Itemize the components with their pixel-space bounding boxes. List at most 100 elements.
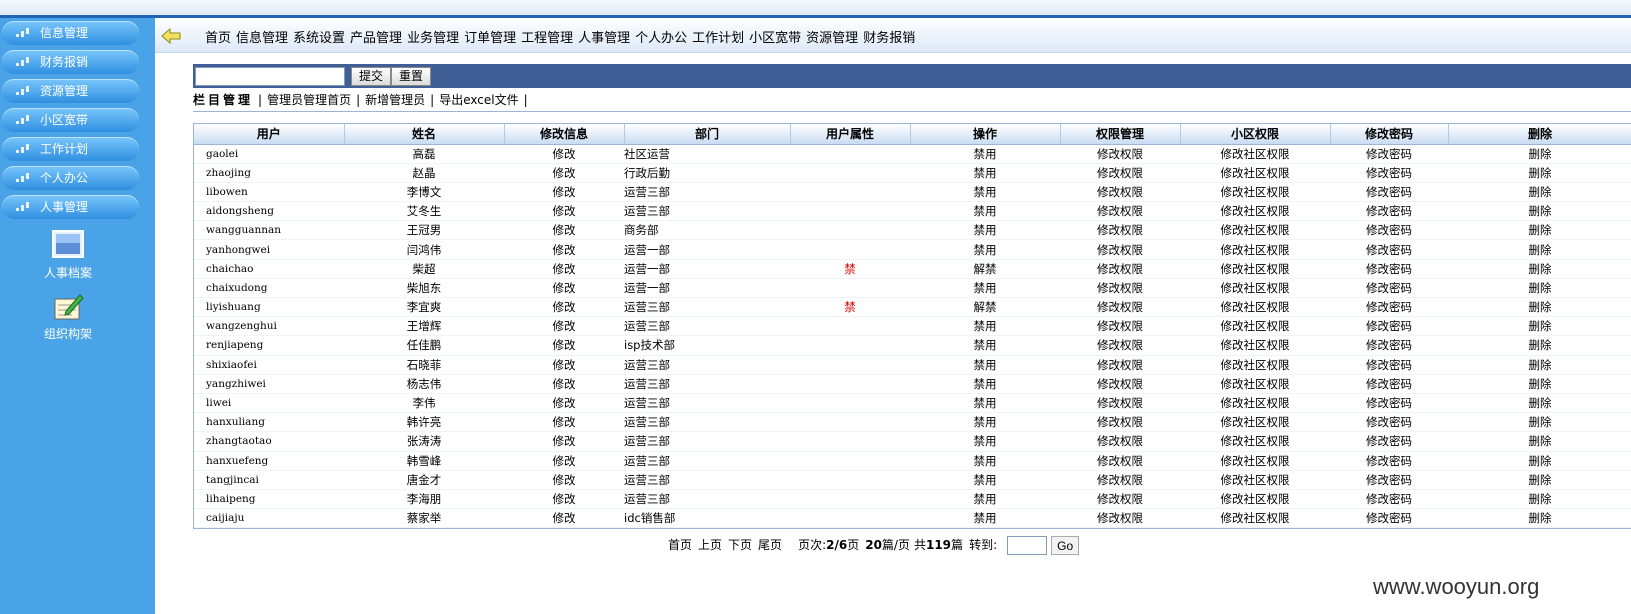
action-link[interactable]: 禁用 [910, 335, 1060, 356]
delete-link[interactable]: 删除 [1448, 144, 1631, 164]
add-admin-link[interactable]: 新增管理员 [365, 93, 425, 107]
first-page-link[interactable]: 首页 [668, 538, 692, 552]
delete-link[interactable]: 删除 [1448, 508, 1631, 529]
delete-link[interactable]: 删除 [1448, 431, 1631, 452]
edit-info-link[interactable]: 修改 [504, 182, 624, 203]
change-password-link[interactable]: 修改密码 [1330, 316, 1448, 337]
nav-item[interactable]: 工程管理 [521, 31, 573, 46]
action-link[interactable]: 禁用 [910, 278, 1060, 299]
edit-info-link[interactable]: 修改 [504, 489, 624, 510]
change-password-link[interactable]: 修改密码 [1330, 278, 1448, 299]
delete-link[interactable]: 删除 [1448, 297, 1631, 318]
edit-permission-link[interactable]: 修改权限 [1060, 335, 1180, 356]
sidebar-item-info[interactable]: 信息管理 [2, 21, 139, 45]
edit-permission-link[interactable]: 修改权限 [1060, 182, 1180, 203]
edit-community-permission-link[interactable]: 修改社区权限 [1180, 374, 1330, 394]
action-link[interactable]: 禁用 [910, 144, 1060, 164]
next-page-link[interactable]: 下页 [728, 538, 752, 552]
edit-permission-link[interactable]: 修改权限 [1060, 489, 1180, 510]
action-link[interactable]: 解禁 [910, 259, 1060, 279]
edit-permission-link[interactable]: 修改权限 [1060, 316, 1180, 337]
edit-community-permission-link[interactable]: 修改社区权限 [1180, 144, 1330, 164]
edit-permission-link[interactable]: 修改权限 [1060, 393, 1180, 414]
nav-item[interactable]: 订单管理 [464, 31, 516, 46]
change-password-link[interactable]: 修改密码 [1330, 412, 1448, 433]
nav-item[interactable]: 个人办公 [635, 31, 687, 46]
export-excel-link[interactable]: 导出excel文件 [439, 93, 518, 107]
submit-button[interactable]: 提交 [351, 67, 392, 86]
action-link[interactable]: 禁用 [910, 182, 1060, 203]
edit-permission-link[interactable]: 修改权限 [1060, 201, 1180, 222]
edit-community-permission-link[interactable]: 修改社区权限 [1180, 393, 1330, 414]
sidebar-item-workplan[interactable]: 工作计划 [2, 137, 139, 161]
edit-info-link[interactable]: 修改 [504, 259, 624, 279]
edit-info-link[interactable]: 修改 [504, 374, 624, 394]
edit-permission-link[interactable]: 修改权限 [1060, 431, 1180, 452]
edit-permission-link[interactable]: 修改权限 [1060, 278, 1180, 299]
edit-community-permission-link[interactable]: 修改社区权限 [1180, 259, 1330, 279]
action-link[interactable]: 禁用 [910, 489, 1060, 510]
change-password-link[interactable]: 修改密码 [1330, 259, 1448, 279]
go-button[interactable]: Go [1051, 536, 1080, 555]
nav-item[interactable]: 小区宽带 [749, 31, 801, 46]
action-link[interactable]: 解禁 [910, 297, 1060, 318]
action-link[interactable]: 禁用 [910, 393, 1060, 414]
edit-info-link[interactable]: 修改 [504, 316, 624, 337]
edit-community-permission-link[interactable]: 修改社区权限 [1180, 508, 1330, 529]
delete-link[interactable]: 删除 [1448, 355, 1631, 375]
nav-item[interactable]: 工作计划 [692, 31, 744, 46]
edit-info-link[interactable]: 修改 [504, 278, 624, 299]
action-link[interactable]: 禁用 [910, 451, 1060, 471]
change-password-link[interactable]: 修改密码 [1330, 297, 1448, 318]
edit-community-permission-link[interactable]: 修改社区权限 [1180, 163, 1330, 183]
delete-link[interactable]: 删除 [1448, 412, 1631, 433]
change-password-link[interactable]: 修改密码 [1330, 470, 1448, 490]
edit-community-permission-link[interactable]: 修改社区权限 [1180, 278, 1330, 299]
delete-link[interactable]: 删除 [1448, 278, 1631, 299]
delete-link[interactable]: 删除 [1448, 335, 1631, 356]
prev-page-link[interactable]: 上页 [698, 538, 722, 552]
sidebar-item-broadband[interactable]: 小区宽带 [2, 108, 139, 132]
edit-permission-link[interactable]: 修改权限 [1060, 451, 1180, 471]
edit-info-link[interactable]: 修改 [504, 239, 624, 260]
sidebar-item-office[interactable]: 个人办公 [2, 166, 139, 190]
edit-community-permission-link[interactable]: 修改社区权限 [1180, 182, 1330, 203]
org-structure-tool[interactable]: 组织构架 [30, 291, 106, 342]
change-password-link[interactable]: 修改密码 [1330, 239, 1448, 260]
change-password-link[interactable]: 修改密码 [1330, 451, 1448, 471]
change-password-link[interactable]: 修改密码 [1330, 355, 1448, 375]
sidebar-item-resource[interactable]: 资源管理 [2, 79, 139, 103]
edit-info-link[interactable]: 修改 [504, 297, 624, 318]
action-link[interactable]: 禁用 [910, 470, 1060, 490]
action-link[interactable]: 禁用 [910, 220, 1060, 241]
change-password-link[interactable]: 修改密码 [1330, 163, 1448, 183]
edit-community-permission-link[interactable]: 修改社区权限 [1180, 316, 1330, 337]
edit-permission-link[interactable]: 修改权限 [1060, 508, 1180, 529]
nav-item[interactable]: 产品管理 [350, 31, 402, 46]
change-password-link[interactable]: 修改密码 [1330, 144, 1448, 164]
delete-link[interactable]: 删除 [1448, 163, 1631, 183]
action-link[interactable]: 禁用 [910, 201, 1060, 222]
delete-link[interactable]: 删除 [1448, 489, 1631, 510]
edit-community-permission-link[interactable]: 修改社区权限 [1180, 431, 1330, 452]
edit-community-permission-link[interactable]: 修改社区权限 [1180, 220, 1330, 241]
change-password-link[interactable]: 修改密码 [1330, 335, 1448, 356]
edit-permission-link[interactable]: 修改权限 [1060, 297, 1180, 318]
delete-link[interactable]: 删除 [1448, 182, 1631, 203]
back-arrow-icon[interactable] [161, 27, 181, 45]
edit-permission-link[interactable]: 修改权限 [1060, 470, 1180, 490]
search-input[interactable] [195, 67, 345, 86]
action-link[interactable]: 禁用 [910, 355, 1060, 375]
change-password-link[interactable]: 修改密码 [1330, 220, 1448, 241]
nav-item[interactable]: 财务报销 [863, 31, 915, 46]
change-password-link[interactable]: 修改密码 [1330, 182, 1448, 203]
action-link[interactable]: 禁用 [910, 431, 1060, 452]
nav-item[interactable]: 人事管理 [578, 31, 630, 46]
nav-item[interactable]: 首页 [205, 31, 231, 46]
edit-community-permission-link[interactable]: 修改社区权限 [1180, 412, 1330, 433]
change-password-link[interactable]: 修改密码 [1330, 201, 1448, 222]
edit-info-link[interactable]: 修改 [504, 335, 624, 356]
change-password-link[interactable]: 修改密码 [1330, 508, 1448, 529]
delete-link[interactable]: 删除 [1448, 374, 1631, 394]
admin-home-link[interactable]: 管理员管理首页 [267, 93, 351, 107]
